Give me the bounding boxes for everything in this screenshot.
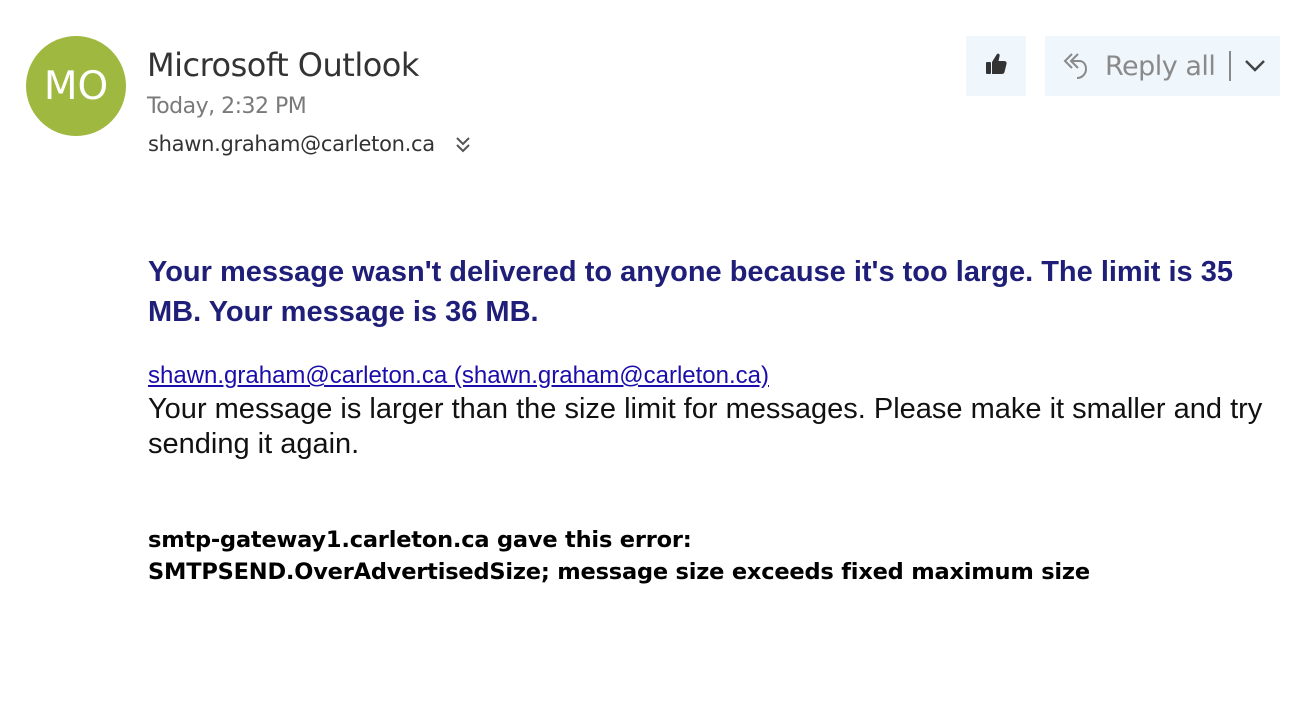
expand-recipients-icon[interactable] xyxy=(453,132,473,156)
message-reading-pane: MO Microsoft Outlook Today, 2:32 PM shaw… xyxy=(0,0,1298,728)
avatar-initials: MO xyxy=(43,63,109,109)
reply-divider xyxy=(1229,51,1231,81)
ndr-explanation: Your message is larger than the size lim… xyxy=(148,393,1263,460)
gateway-error-line-2: SMTPSEND.OverAdvertisedSize; message siz… xyxy=(148,559,1090,585)
message-timestamp: Today, 2:32 PM xyxy=(147,94,307,119)
recipient-address[interactable]: shawn.graham@carleton.ca xyxy=(148,132,435,156)
chevron-down-icon xyxy=(1245,60,1265,72)
avatar[interactable]: MO xyxy=(26,36,126,136)
reply-all-button[interactable]: Reply all xyxy=(1045,36,1280,96)
reply-all-label: Reply all xyxy=(1105,50,1216,82)
gateway-error-line-1: smtp-gateway1.carleton.ca gave this erro… xyxy=(148,527,692,553)
failed-recipient-link[interactable]: shawn.graham@carleton.ca (shawn.graham@c… xyxy=(148,362,769,390)
thumbs-up-icon xyxy=(983,51,1009,81)
like-button[interactable] xyxy=(966,36,1026,96)
recipient-row: shawn.graham@carleton.ca xyxy=(148,132,473,156)
reply-options-dropdown[interactable] xyxy=(1241,52,1269,80)
sender-name[interactable]: Microsoft Outlook xyxy=(147,46,419,84)
gateway-error-block: smtp-gateway1.carleton.ca gave this erro… xyxy=(148,524,1090,588)
ndr-headline: Your message wasn't delivered to anyone … xyxy=(148,256,1233,328)
reply-all-icon xyxy=(1059,49,1089,83)
